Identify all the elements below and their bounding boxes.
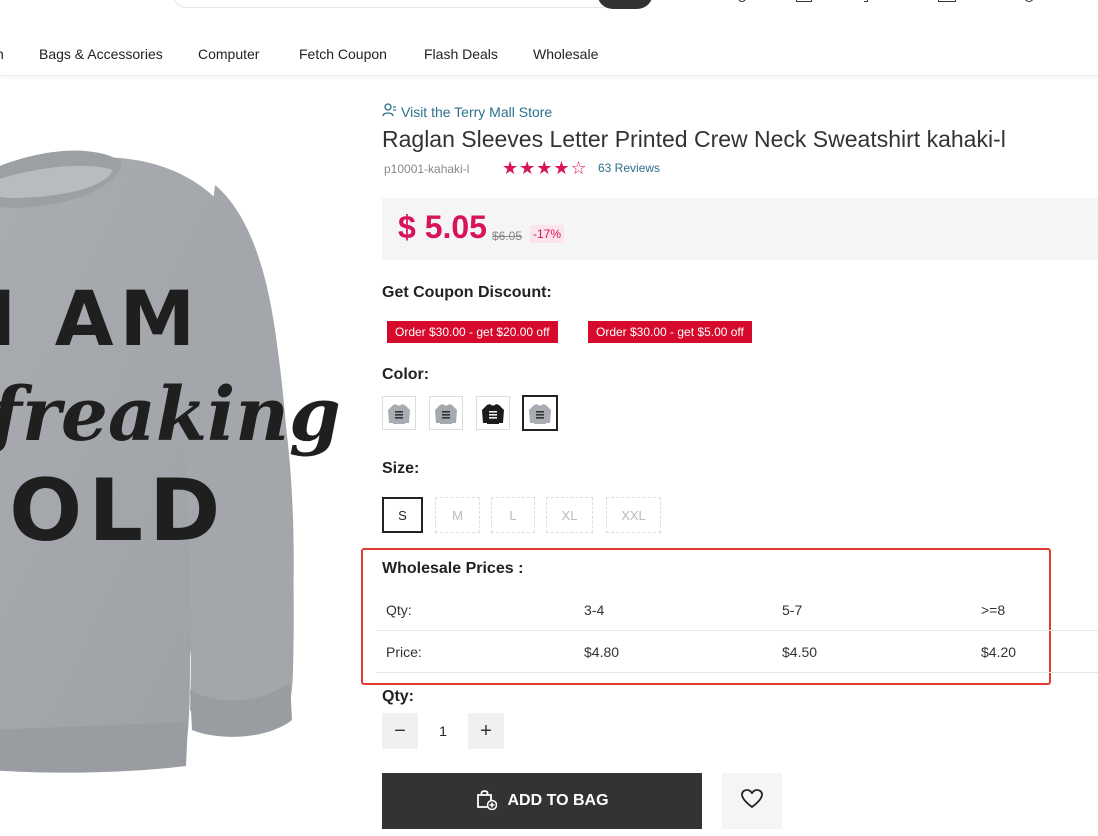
color-label: Color: <box>382 366 430 383</box>
wholesale-price-tier-1: $4.80 <box>584 644 620 660</box>
plus-icon: + <box>480 719 492 742</box>
quantity-decrease-button[interactable]: − <box>382 713 418 749</box>
nav-item-flash-deals[interactable]: Flash Deals <box>424 46 498 62</box>
minus-icon: − <box>394 719 406 742</box>
orders-icon[interactable] <box>796 0 812 2</box>
size-label: Size: <box>382 460 420 477</box>
print-line-2: freaking <box>0 372 341 458</box>
rating-stars: ★★★★☆ <box>502 158 588 178</box>
price-panel <box>382 198 1098 260</box>
nav-item-wholesale[interactable]: Wholesale <box>533 46 598 62</box>
size-option-xl[interactable]: XL <box>546 497 593 533</box>
wishlist-icon[interactable] <box>1024 0 1034 2</box>
size-option-s[interactable]: S <box>382 497 423 533</box>
sweatshirt-thumbnail-icon <box>529 404 551 424</box>
wholesale-qty-tier-1: 3-4 <box>584 602 605 618</box>
search-button[interactable] <box>597 0 653 9</box>
wholesale-price-label: Price: <box>386 644 422 660</box>
discount-badge: -17% <box>530 225 565 243</box>
size-option-l[interactable]: L <box>491 497 535 533</box>
color-swatch-gray[interactable] <box>429 396 463 430</box>
reviews-link[interactable]: 63 Reviews <box>598 161 660 175</box>
quantity-input[interactable] <box>418 713 468 749</box>
nav-item-fetch-coupon[interactable]: Fetch Coupon <box>299 46 387 62</box>
store-link-label: Visit the Terry Mall Store <box>401 103 553 120</box>
nav-item-computer[interactable]: Computer <box>198 46 259 62</box>
nav-item-bags-accessories[interactable]: Bags & Accessories <box>39 46 163 62</box>
sweatshirt-thumbnail-icon <box>435 404 457 424</box>
heart-icon <box>740 788 764 815</box>
category-nav: n Bags & Accessories Computer Fetch Coup… <box>0 32 1098 76</box>
current-price: $ 5.05 <box>398 209 487 245</box>
wholesale-qty-label: Qty: <box>386 602 412 618</box>
sweatshirt-thumbnail-icon <box>388 404 410 424</box>
shopping-bag-icon <box>475 788 498 815</box>
product-title: Raglan Sleeves Letter Printed Crew Neck … <box>382 126 1006 152</box>
color-swatch-light-gray[interactable] <box>382 396 416 430</box>
quantity-label: Qty: <box>382 688 414 705</box>
wholesale-title: Wholesale Prices : <box>382 560 524 577</box>
quantity-increase-button[interactable]: + <box>468 713 504 749</box>
account-icon[interactable] <box>738 0 746 2</box>
size-option-m[interactable]: M <box>435 497 480 533</box>
sweatshirt-thumbnail-icon <box>482 404 504 424</box>
coupon-20-off[interactable]: Order $30.00 - get $20.00 off <box>387 321 558 343</box>
nav-item-partial[interactable]: n <box>0 46 4 62</box>
product-sku: p10001-kahaki-l <box>384 162 470 176</box>
wishlist-button[interactable] <box>722 773 782 829</box>
wholesale-price-tier-2: $4.50 <box>782 644 818 660</box>
wholesale-price-tier-3: $4.20 <box>981 644 1017 660</box>
add-to-bag-button[interactable]: ADD TO BAG <box>382 773 702 829</box>
add-to-bag-label: ADD TO BAG <box>507 792 609 809</box>
print-line-3: COLD <box>0 461 226 561</box>
wholesale-qty-tier-2: 5-7 <box>782 602 803 618</box>
store-link[interactable]: Visit the Terry Mall Store <box>382 103 552 120</box>
coupon-5-off[interactable]: Order $30.00 - get $5.00 off <box>588 321 752 343</box>
search-bar[interactable] <box>172 0 653 9</box>
cart-icon[interactable] <box>938 0 956 2</box>
color-swatch-black[interactable] <box>476 396 510 430</box>
print-line-1: I AM <box>0 274 201 363</box>
color-swatch-kahaki[interactable] <box>522 395 558 431</box>
size-option-xxl[interactable]: XXL <box>606 497 661 533</box>
coupon-label: Get Coupon Discount: <box>382 284 552 301</box>
wholesale-bottom-divider <box>376 672 1098 673</box>
product-main-image[interactable]: I AM freaking COLD <box>0 90 360 836</box>
wholesale-qty-tier-3: >=8 <box>981 602 1006 618</box>
original-price: $6.05 <box>492 229 523 243</box>
wholesale-row-divider <box>376 630 1098 631</box>
messages-icon[interactable] <box>864 0 868 2</box>
user-store-icon <box>382 103 397 120</box>
